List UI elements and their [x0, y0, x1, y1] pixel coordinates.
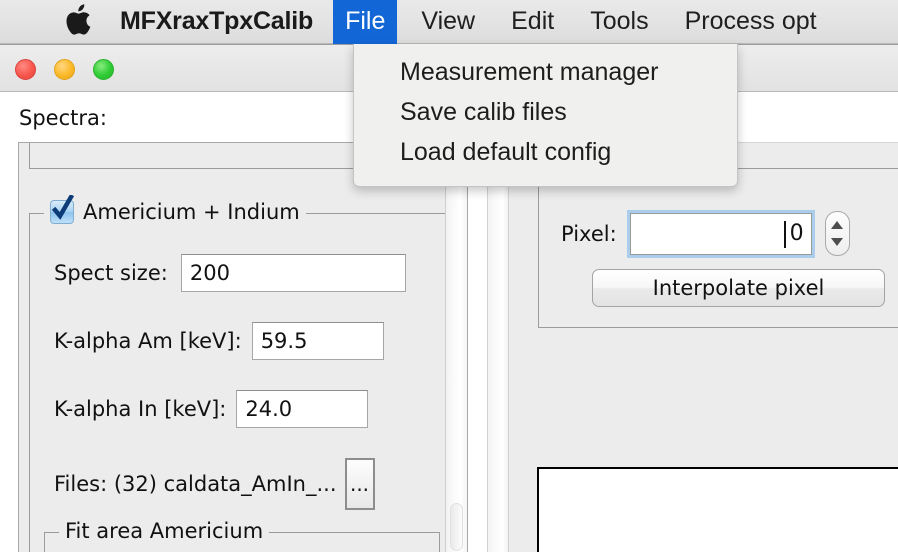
outer-scrollbar[interactable]: [487, 142, 509, 552]
row-spect-size: Spect size: 200: [54, 254, 406, 292]
app-root: MFXraxTpxCalib File View Edit Tools Proc…: [0, 0, 898, 552]
menu-item-measurement-manager[interactable]: Measurement manager: [354, 52, 737, 92]
pixel-input[interactable]: 0: [626, 209, 815, 258]
menu-item-save-calib-files[interactable]: Save calib files: [354, 92, 737, 132]
group-fit-area-americium: Fit area Americium: [44, 519, 440, 552]
menu-view[interactable]: View: [409, 0, 487, 44]
menu-process-options[interactable]: Process opt: [673, 0, 829, 44]
macos-menu-bar: MFXraxTpxCalib File View Edit Tools Proc…: [0, 0, 898, 44]
menu-file[interactable]: File: [333, 0, 398, 44]
group-graph-tools: Graph tools Pixel: 0 Interpolate pixel: [538, 154, 898, 328]
pixel-input-value: 0: [789, 221, 804, 246]
left-pane-scrollbar[interactable]: [445, 143, 467, 552]
spect-size-input[interactable]: 200: [180, 254, 406, 292]
k-alpha-am-label: K-alpha Am [keV]:: [54, 329, 242, 353]
pixel-stepper[interactable]: [824, 211, 850, 256]
americium-indium-checkbox[interactable]: [50, 195, 74, 224]
files-label: Files: (32) caldata_AmIn_...: [54, 472, 337, 496]
text-caret: [783, 220, 786, 248]
group-americium-indium: Americium + Indium Spect size: 200 K-alp…: [29, 195, 453, 552]
stepper-down-icon[interactable]: [831, 237, 844, 246]
group-americium-indium-title: Americium + Indium: [44, 195, 306, 224]
application-name[interactable]: MFXraxTpxCalib: [120, 7, 313, 36]
row-k-alpha-in: K-alpha In [keV]: 24.0: [54, 390, 369, 428]
group-fit-area-americium-title: Fit area Americium: [59, 519, 270, 543]
apple-logo-icon[interactable]: [66, 3, 92, 37]
row-pixel: Pixel: 0: [561, 209, 850, 258]
k-alpha-am-input[interactable]: 59.5: [251, 322, 384, 360]
k-alpha-in-label: K-alpha In [keV]:: [54, 397, 227, 421]
row-files: Files: (32) caldata_AmIn_... ...: [54, 458, 375, 510]
window-controls: [15, 59, 114, 80]
right-panel: Graph tools Pixel: 0 Interpolate pixel: [520, 142, 898, 552]
interpolate-pixel-button[interactable]: Interpolate pixel: [592, 269, 885, 307]
minimize-window-button[interactable]: [54, 59, 75, 80]
menu-item-load-default-config[interactable]: Load default config: [354, 132, 737, 172]
menu-edit[interactable]: Edit: [499, 0, 566, 44]
row-k-alpha-am: K-alpha Am [keV]: 59.5: [54, 322, 384, 360]
close-window-button[interactable]: [15, 59, 36, 80]
spectra-label: Spectra:: [19, 106, 107, 130]
americium-indium-label: Americium + Indium: [83, 200, 300, 224]
left-pane-scrollbar-thumb[interactable]: [450, 503, 463, 551]
spectra-scroll-pane: Fit area right: <105, 120> Americium + I…: [18, 142, 468, 552]
pixel-label: Pixel:: [561, 221, 617, 246]
menu-tools[interactable]: Tools: [578, 0, 660, 44]
zoom-window-button[interactable]: [93, 59, 114, 80]
file-dropdown-menu: Measurement manager Save calib files Loa…: [353, 44, 738, 187]
graph-plot-area[interactable]: [537, 467, 898, 552]
stepper-up-icon[interactable]: [831, 221, 844, 230]
files-browse-button[interactable]: ...: [344, 458, 375, 510]
k-alpha-in-input[interactable]: 24.0: [236, 390, 369, 428]
spect-size-label: Spect size:: [54, 261, 168, 285]
